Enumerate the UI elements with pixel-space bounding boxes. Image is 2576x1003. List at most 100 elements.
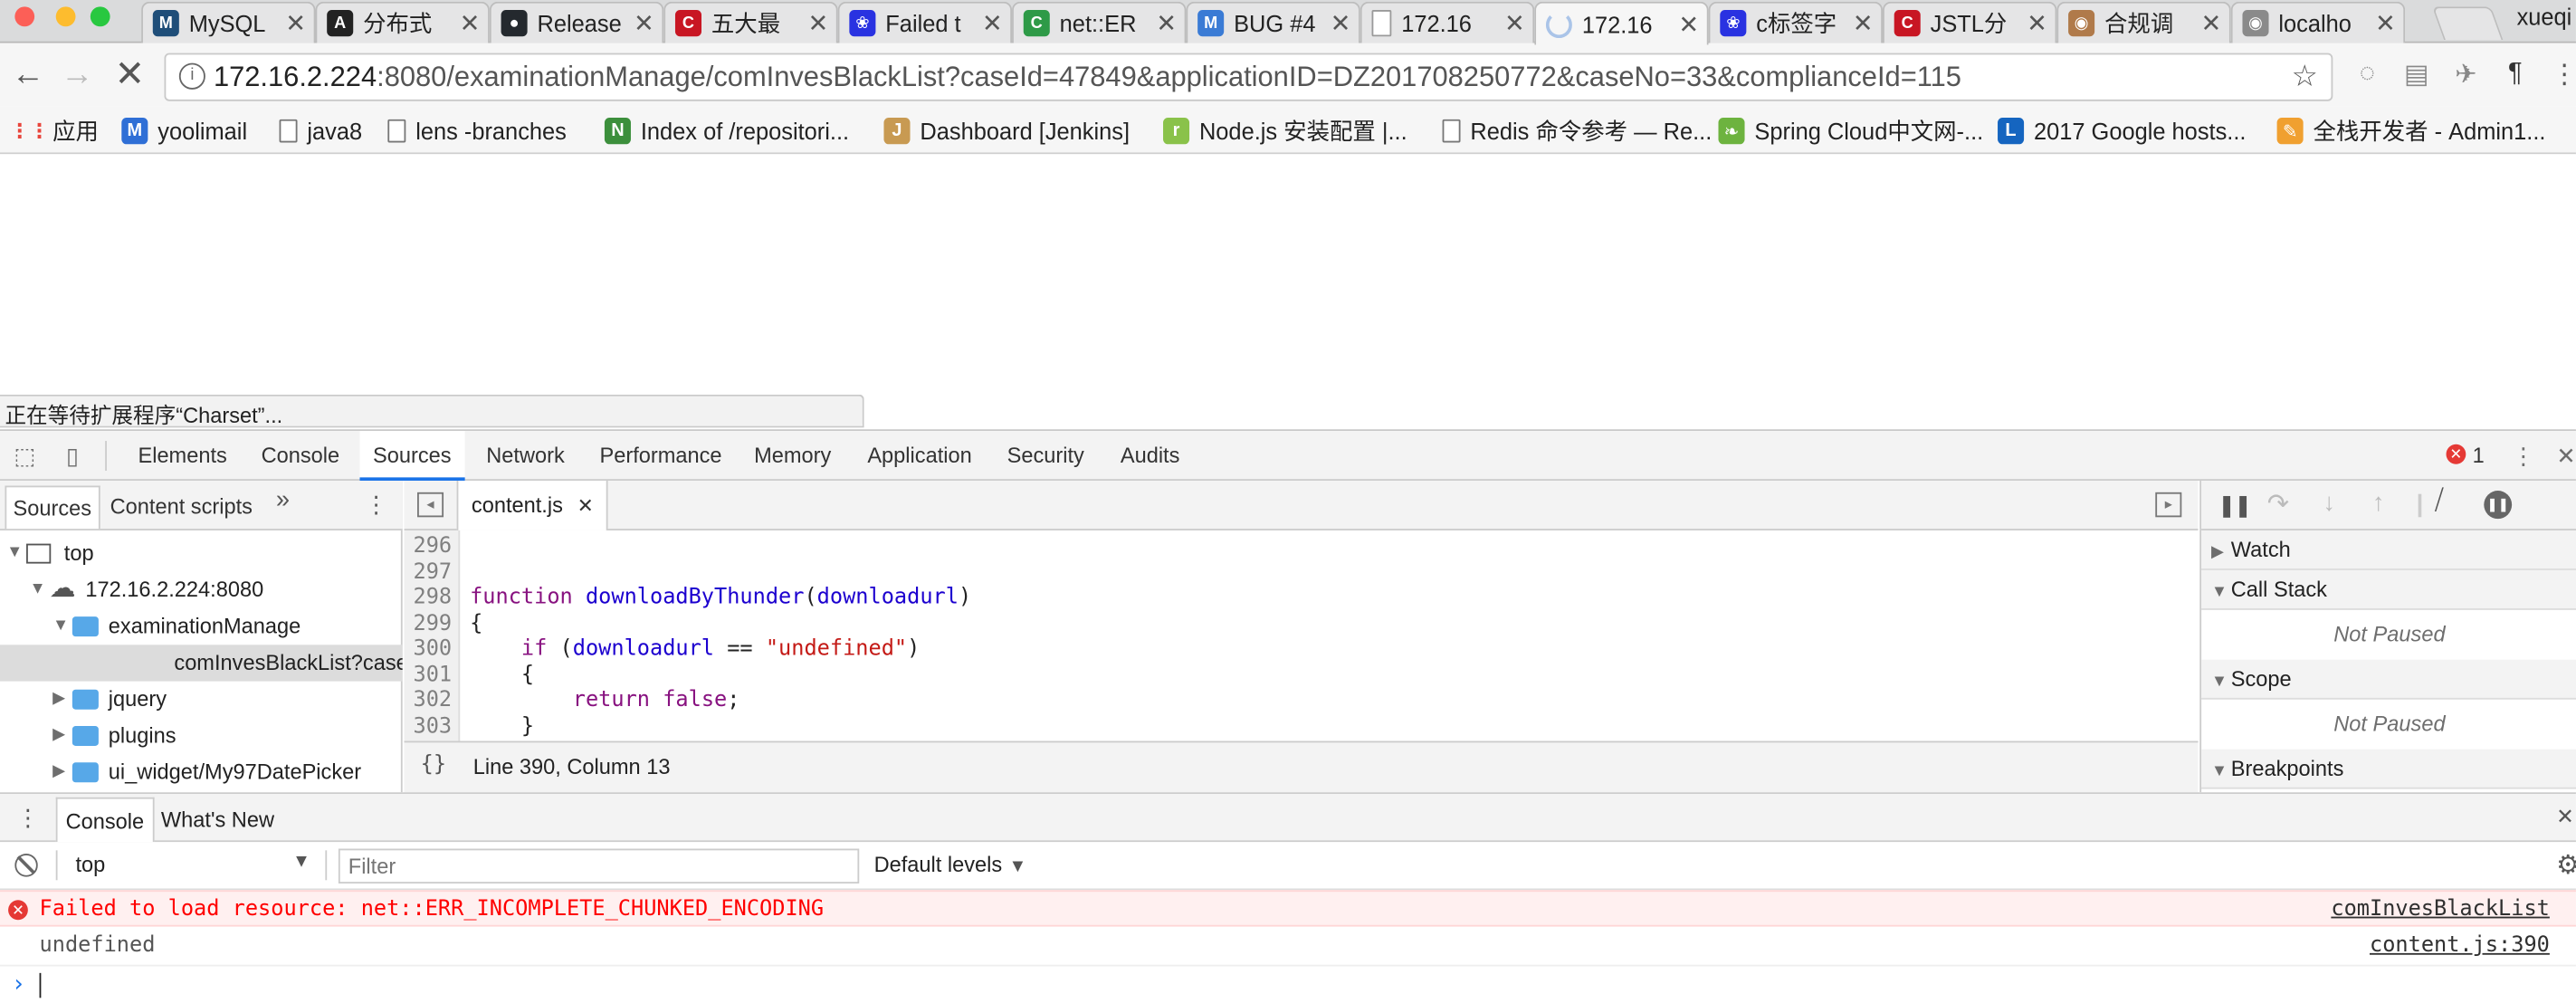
console-filter-input[interactable] bbox=[338, 848, 860, 884]
expand-arrow-icon[interactable]: ▶ bbox=[52, 682, 72, 718]
line-number[interactable]: 303 bbox=[414, 713, 453, 738]
step-out-icon[interactable]: ↑ bbox=[2372, 489, 2385, 517]
code-area[interactable]: 296 297 298 299 300 301 302 303 function downlo… bbox=[404, 530, 2198, 741]
bookmark-item[interactable]: ✎ 全栈开发者 - Admin1... bbox=[2276, 114, 2546, 148]
bookmark-item[interactable]: Myoolimail bbox=[121, 114, 247, 148]
drawer-tab-console[interactable]: Console bbox=[55, 797, 155, 843]
drawer-menu-icon[interactable]: ⋮ bbox=[16, 804, 39, 832]
dropdown-arrow-icon[interactable]: ▼ bbox=[292, 852, 310, 872]
tree-item-frame[interactable]: ▼ top bbox=[6, 535, 93, 571]
editor-tab-content-js[interactable]: content.js ✕ bbox=[456, 481, 609, 530]
bookmark-item[interactable]: ❧ Spring Cloud中文网-... bbox=[1718, 114, 1983, 148]
pause-on-exceptions-icon[interactable]: ❚❚ bbox=[2484, 491, 2513, 520]
devtools-menu-icon[interactable]: ⋮ bbox=[2510, 442, 2536, 469]
extension-grid-icon[interactable]: ▤ bbox=[2402, 60, 2432, 90]
bookmark-item[interactable]: r Node.js 安装配置 |... bbox=[1163, 114, 1407, 148]
expand-arrow-icon[interactable]: ▶ bbox=[52, 754, 72, 790]
close-tab-icon[interactable]: ✕ bbox=[577, 494, 594, 518]
devtools-tab-memory[interactable]: Memory bbox=[741, 431, 844, 481]
browser-tab[interactable]: ❀ Failed t ✕ bbox=[837, 1, 1013, 43]
browser-tab[interactable]: ❀ c标签字 ✕ bbox=[1708, 1, 1883, 43]
devtools-tab-audits[interactable]: Audits bbox=[1107, 431, 1193, 481]
address-bar[interactable]: i 172.16.2.224:8080/examinationManage/co… bbox=[164, 53, 2333, 101]
breakpoints-section-header[interactable]: ▼ Breakpoints bbox=[2201, 749, 2576, 789]
close-tab-icon[interactable]: ✕ bbox=[806, 8, 829, 38]
extension-pilcrow-icon[interactable]: ¶ bbox=[2500, 60, 2530, 90]
toggle-debugger-icon[interactable]: ▸ bbox=[2155, 492, 2182, 518]
info-icon[interactable]: i bbox=[178, 62, 205, 90]
extension-circle-icon[interactable]: ◌ bbox=[2352, 60, 2382, 90]
tree-item-folder[interactable]: ▶ ui_widget/My97DatePicker bbox=[52, 754, 361, 790]
console-settings-gear-icon[interactable]: ⚙ bbox=[2556, 849, 2576, 883]
device-toolbar-icon[interactable]: ▯ bbox=[59, 442, 85, 469]
clear-console-icon[interactable] bbox=[14, 854, 38, 877]
browser-tab[interactable]: A 分布式 ✕ bbox=[315, 1, 490, 43]
navigator-tab-sources[interactable]: Sources bbox=[5, 485, 100, 530]
browser-tab[interactable]: C 五大最 ✕ bbox=[663, 1, 838, 43]
bookmark-item[interactable]: lens -branches bbox=[387, 114, 567, 148]
devtools-tab-application[interactable]: Application bbox=[854, 431, 985, 481]
close-drawer-icon[interactable]: ✕ bbox=[2556, 804, 2574, 830]
toggle-navigator-icon[interactable]: ◂ bbox=[417, 492, 444, 518]
browser-tab[interactable]: 172.16 ✕ bbox=[1360, 1, 1535, 43]
line-number[interactable]: 302 bbox=[414, 688, 453, 712]
browser-tab[interactable]: ● Release ✕ bbox=[489, 1, 664, 43]
collapse-arrow-icon[interactable]: ▼ bbox=[6, 535, 26, 571]
bookmark-item[interactable]: Redis 命令参考 — Re... bbox=[1442, 114, 1712, 148]
line-number[interactable]: 296 bbox=[414, 534, 453, 559]
forward-button[interactable]: → bbox=[56, 53, 99, 97]
browser-tab[interactable]: M BUG #4 ✕ bbox=[1186, 1, 1360, 43]
pause-icon[interactable]: ❚❚ bbox=[2218, 492, 2252, 519]
close-tab-icon[interactable]: ✕ bbox=[2026, 8, 2048, 38]
context-selector[interactable]: top bbox=[75, 852, 105, 876]
close-tab-icon[interactable]: ✕ bbox=[2374, 8, 2397, 38]
close-tab-icon[interactable]: ✕ bbox=[1503, 8, 1526, 38]
close-tab-icon[interactable]: ✕ bbox=[284, 8, 307, 38]
scope-section-header[interactable]: ▼ Scope bbox=[2201, 659, 2576, 700]
browser-tab[interactable]: Cnet::ER ✕ bbox=[1012, 1, 1187, 43]
devtools-tab-security[interactable]: Security bbox=[994, 431, 1097, 481]
browser-tab[interactable]: 172.16 ✕ bbox=[1534, 1, 1709, 45]
devtools-tab-elements[interactable]: Elements bbox=[125, 431, 240, 481]
devtools-tab-network[interactable]: Network bbox=[473, 431, 578, 481]
bookmark-star-icon[interactable]: ☆ bbox=[2292, 60, 2318, 94]
line-number[interactable]: 297 bbox=[414, 559, 453, 584]
log-source-link[interactable]: content.js:390 bbox=[2370, 928, 2550, 964]
line-number[interactable]: 299 bbox=[414, 611, 453, 635]
bookmark-item[interactable]: L 2017 Google hosts... bbox=[1998, 114, 2246, 148]
drawer-tab-whats-new[interactable]: What's New bbox=[161, 798, 274, 842]
pretty-print-icon[interactable]: {} bbox=[421, 752, 446, 777]
bookmark-item[interactable]: java8 bbox=[279, 114, 362, 148]
close-tab-icon[interactable]: ✕ bbox=[633, 8, 655, 38]
browser-tab[interactable]: M MySQL ✕ bbox=[141, 1, 316, 43]
close-devtools-icon[interactable]: ✕ bbox=[2553, 442, 2576, 469]
call-stack-section-header[interactable]: ▼ Call Stack bbox=[2201, 569, 2576, 610]
devtools-tab-console[interactable]: Console bbox=[248, 431, 353, 481]
line-number[interactable]: 300 bbox=[414, 636, 453, 661]
browser-tab[interactable]: C JSTL分 ✕ bbox=[1882, 1, 2057, 43]
close-tab-icon[interactable]: ✕ bbox=[981, 8, 1004, 38]
watch-section-header[interactable]: ▶ Watch bbox=[2201, 530, 2576, 570]
bookmark-item[interactable]: J Dashboard [Jenkins] bbox=[883, 114, 1130, 148]
tree-item-file[interactable]: comInvesBlackList?caseId=4 bbox=[0, 645, 403, 682]
bookmark-item[interactable]: N Index of /repositori... bbox=[604, 114, 849, 148]
menu-icon[interactable]: ⋮ bbox=[2550, 60, 2576, 90]
more-tabs-icon[interactable]: » bbox=[276, 486, 290, 514]
error-source-link[interactable]: comInvesBlackList bbox=[2331, 892, 2550, 928]
zoom-window-button[interactable] bbox=[90, 6, 110, 27]
error-count[interactable]: 1 bbox=[2473, 431, 2485, 481]
tree-item-cloud[interactable]: ▼ ☁ 172.16.2.224:8080 bbox=[30, 572, 264, 608]
stop-loading-button[interactable]: ✕ bbox=[109, 53, 151, 97]
error-icon[interactable]: ✕ bbox=[2446, 444, 2466, 464]
tree-item-folder[interactable]: ▼ examinationManage bbox=[52, 608, 301, 645]
line-number[interactable]: 301 bbox=[414, 663, 453, 687]
close-window-button[interactable] bbox=[14, 6, 35, 27]
navigator-menu-icon[interactable]: ⋮ bbox=[365, 491, 387, 519]
deactivate-breakpoints-icon[interactable]: ⧸ bbox=[2435, 487, 2444, 517]
console-prompt[interactable]: › bbox=[0, 964, 2576, 1001]
close-tab-icon[interactable]: ✕ bbox=[458, 8, 481, 38]
close-tab-icon[interactable]: ✕ bbox=[1677, 9, 1700, 39]
expand-arrow-icon[interactable]: ▶ bbox=[52, 718, 72, 754]
step-into-icon[interactable]: ↓ bbox=[2323, 489, 2335, 517]
line-number[interactable]: 298 bbox=[414, 585, 453, 609]
